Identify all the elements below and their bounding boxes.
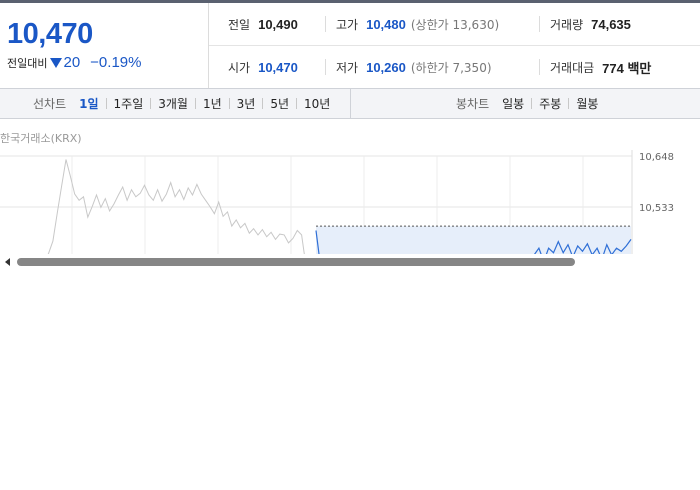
tab-1week[interactable]: 1주일 — [114, 95, 144, 112]
stat-prev-close: 전일 10,490 — [228, 3, 298, 45]
stat-low: 저가 10,260 (하한가 7,350) — [336, 46, 492, 88]
current-price: 10,470 — [7, 18, 93, 50]
tab-separator — [194, 98, 196, 109]
stat-high: 고가 10,480 (상한가 13,630) — [336, 3, 499, 45]
stat-label: 전일 — [228, 17, 251, 32]
stat-label: 시가 — [228, 60, 251, 75]
intraday-price-chart: 10,64810,53310,418 — [0, 150, 700, 270]
chart-scrollbar-thumb[interactable] — [17, 258, 575, 266]
line-chart-tabs: 선차트 1일 1주일 3개월 1년 3년 5년 10년 — [0, 89, 350, 118]
y-tick-label: 10,648 — [639, 152, 674, 163]
stat-value: 74,635 — [591, 16, 631, 32]
tab-separator — [105, 98, 107, 109]
stats-row-2: 시가 10,470 저가 10,260 (하한가 7,350) 거래대금 774… — [209, 46, 700, 88]
tab-1year[interactable]: 1년 — [203, 95, 222, 112]
tab-weekly-candle[interactable]: 주봉 — [539, 95, 561, 112]
tab-separator — [150, 98, 152, 109]
stats-row-1: 전일 10,490 고가 10,480 (상한가 13,630) 거래량 74,… — [209, 3, 700, 46]
tab-5year[interactable]: 5년 — [270, 95, 289, 112]
tab-3year[interactable]: 3년 — [237, 95, 256, 112]
stat-separator — [539, 59, 540, 75]
price-change: 20 — [63, 54, 81, 71]
tab-separator — [228, 98, 230, 109]
y-axis-ticks: 10,64810,53310,418 — [639, 152, 674, 265]
stat-trade-value: 거래대금 774 백만 — [550, 46, 651, 88]
down-triangle-icon — [50, 57, 63, 68]
stat-value: 10,470 — [258, 59, 298, 75]
stats-table: 전일 10,490 고가 10,480 (상한가 13,630) 거래량 74,… — [209, 3, 700, 88]
upper-limit-price: (상한가 13,630) — [410, 17, 500, 32]
stat-value: 10,260 — [366, 59, 406, 75]
price-change-percent: −0.19% — [90, 54, 142, 71]
tab-3month[interactable]: 3개월 — [158, 95, 188, 112]
candle-chart-tabs: 봉차트 일봉 주봉 월봉 — [351, 89, 700, 118]
stat-separator — [325, 16, 326, 32]
tab-monthly-candle[interactable]: 월봉 — [576, 95, 598, 112]
stat-label: 저가 — [336, 60, 359, 75]
tab-separator — [262, 98, 264, 109]
stat-label: 거래량 — [550, 17, 584, 32]
chart-period-bar: 선차트 1일 1주일 3개월 1년 3년 5년 10년 봉차트 일봉 주봉 월봉 — [0, 88, 700, 119]
stat-volume: 거래량 74,635 — [550, 3, 631, 45]
stat-value: 10,490 — [258, 16, 298, 32]
tab-10year[interactable]: 10년 — [304, 95, 330, 112]
previous-series-line — [47, 159, 305, 254]
tab-daily-candle[interactable]: 일봉 — [502, 95, 524, 112]
change-row: 전일대비 20 −0.19% — [7, 54, 141, 71]
prev-day-label: 전일대비 — [7, 56, 48, 70]
tab-separator — [296, 98, 298, 109]
stat-label: 고가 — [336, 17, 359, 32]
lower-limit-price: (하한가 7,350) — [410, 60, 492, 75]
tab-separator — [568, 98, 570, 109]
stat-label: 거래대금 — [550, 60, 595, 75]
stat-separator — [325, 59, 326, 75]
chart-plot — [47, 159, 632, 254]
candle-chart-label: 봉차트 — [456, 97, 490, 111]
y-tick-label: 10,533 — [639, 203, 674, 214]
stat-value: 10,480 — [366, 16, 406, 32]
stat-value: 774 백만 — [602, 60, 652, 76]
line-chart-label: 선차트 — [33, 97, 67, 111]
stat-open: 시가 10,470 — [228, 46, 298, 88]
tab-separator — [531, 98, 533, 109]
price-summary: 10,470 전일대비 20 −0.19% — [0, 3, 208, 88]
tab-1day[interactable]: 1일 — [79, 95, 98, 112]
stat-separator — [539, 16, 540, 32]
